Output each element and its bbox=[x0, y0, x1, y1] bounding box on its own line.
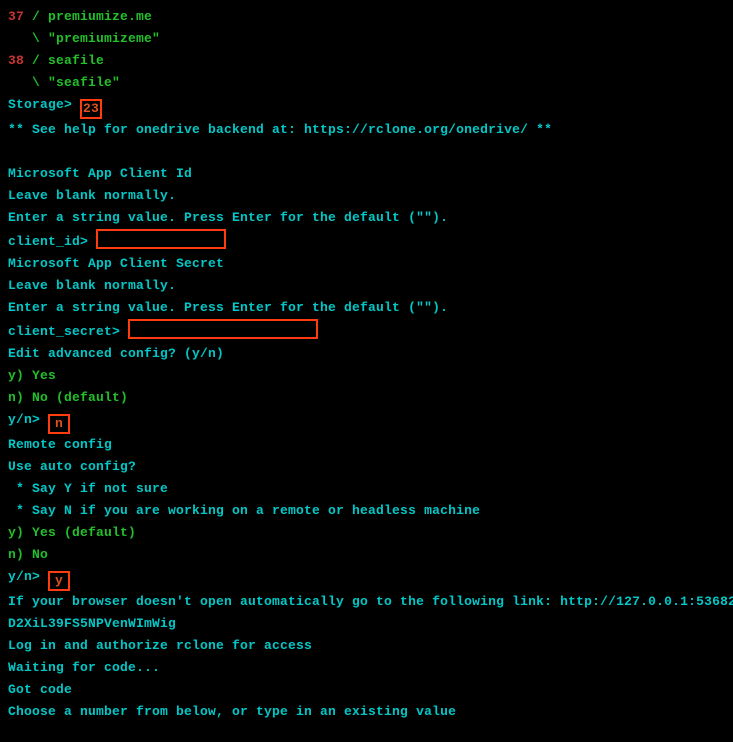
y-yes-default-line: y) Yes (default) bbox=[8, 522, 725, 544]
n-no-line: n) No bbox=[8, 544, 725, 566]
client-secret-prompt-line[interactable]: client_secret> bbox=[8, 319, 725, 343]
storage-prompt-line[interactable]: Storage> 23 bbox=[8, 94, 725, 119]
yn-prompt-1-line[interactable]: y/n> n bbox=[8, 409, 725, 434]
client-id-input-highlight[interactable] bbox=[96, 229, 226, 249]
client-id-prompt-line[interactable]: client_id> bbox=[8, 229, 725, 253]
option-38-alias: \ "seafile" bbox=[8, 72, 725, 94]
browser-link-line: If your browser doesn't open automatical… bbox=[8, 591, 725, 613]
edit-advanced-line: Edit advanced config? (y/n) bbox=[8, 343, 725, 365]
client-id-heading: Microsoft App Client Id bbox=[8, 163, 725, 185]
option-37-line: 37 / premiumize.me bbox=[8, 6, 725, 28]
client-secret-input-highlight[interactable] bbox=[128, 319, 318, 339]
browser-link-line-2: D2XiL39FS5NPVenWImWig bbox=[8, 613, 725, 635]
yn-input-2-highlight[interactable]: y bbox=[48, 571, 70, 591]
option-label: seafile bbox=[48, 53, 104, 68]
option-number: 38 bbox=[8, 53, 24, 68]
storage-prompt: Storage> bbox=[8, 97, 80, 112]
client-secret-prompt: client_secret> bbox=[8, 324, 128, 339]
option-37-alias: \ "premiumizeme" bbox=[8, 28, 725, 50]
enter-string-2: Enter a string value. Press Enter for th… bbox=[8, 297, 725, 319]
help-line: ** See help for onedrive backend at: htt… bbox=[8, 119, 725, 141]
leave-blank-2: Leave blank normally. bbox=[8, 275, 725, 297]
yn-prompt: y/n> bbox=[8, 569, 48, 584]
leave-blank-1: Leave blank normally. bbox=[8, 185, 725, 207]
say-n-line: * Say N if you are working on a remote o… bbox=[8, 500, 725, 522]
use-auto-line: Use auto config? bbox=[8, 456, 725, 478]
say-y-line: * Say Y if not sure bbox=[8, 478, 725, 500]
waiting-line: Waiting for code... bbox=[8, 657, 725, 679]
blank-line bbox=[8, 141, 725, 163]
remote-config-line: Remote config bbox=[8, 434, 725, 456]
n-no-default-line: n) No (default) bbox=[8, 387, 725, 409]
storage-input-highlight[interactable]: 23 bbox=[80, 99, 102, 119]
yn-prompt: y/n> bbox=[8, 412, 48, 427]
choose-number-line: Choose a number from below, or type in a… bbox=[8, 701, 725, 723]
option-label: premiumize.me bbox=[48, 9, 152, 24]
option-38-line: 38 / seafile bbox=[8, 50, 725, 72]
yn-input-1-highlight[interactable]: n bbox=[48, 414, 70, 434]
got-code-line: Got code bbox=[8, 679, 725, 701]
client-id-prompt: client_id> bbox=[8, 234, 96, 249]
y-yes-line: y) Yes bbox=[8, 365, 725, 387]
enter-string-1: Enter a string value. Press Enter for th… bbox=[8, 207, 725, 229]
login-line: Log in and authorize rclone for access bbox=[8, 635, 725, 657]
client-secret-heading: Microsoft App Client Secret bbox=[8, 253, 725, 275]
yn-prompt-2-line[interactable]: y/n> y bbox=[8, 566, 725, 591]
option-number: 37 bbox=[8, 9, 24, 24]
